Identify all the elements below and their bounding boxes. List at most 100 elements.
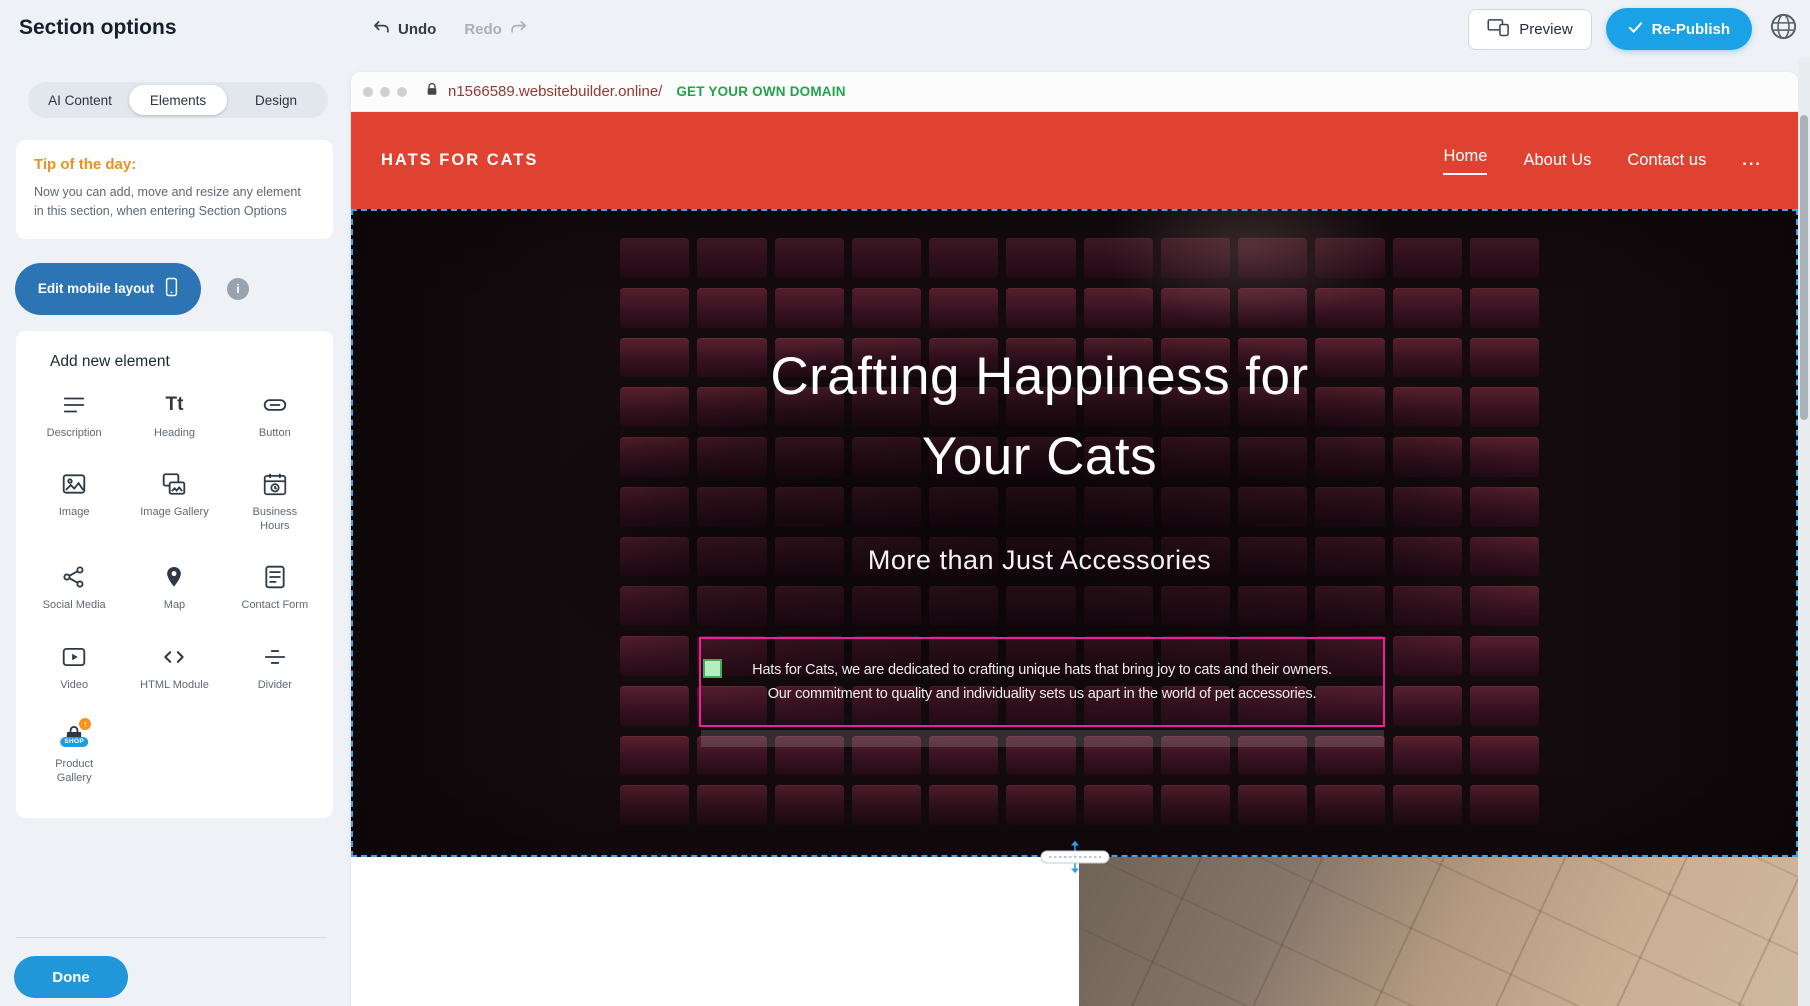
contact-form-icon [261, 563, 289, 591]
hero-tile [620, 736, 689, 776]
site-header[interactable]: HATS FOR CATS Home About Us Contact us .… [351, 112, 1798, 209]
image-gallery-icon [160, 470, 188, 498]
redo-button[interactable]: Redo [464, 20, 528, 39]
info-icon[interactable]: i [227, 278, 249, 300]
topbar-actions: Preview Re-Publish [1468, 0, 1800, 58]
undo-label: Undo [398, 21, 436, 38]
nav-more-button[interactable]: ... [1742, 151, 1762, 170]
hero-paragraph-line2: Our commitment to quality and individual… [768, 682, 1317, 706]
done-button[interactable]: Done [14, 956, 128, 998]
republish-button[interactable]: Re-Publish [1606, 8, 1752, 50]
image-icon [60, 470, 88, 498]
undo-redo-group: Undo Redo [372, 0, 528, 58]
hero-tile [1084, 288, 1153, 328]
element-business-hours[interactable]: Business Hours [225, 470, 325, 534]
element-html-module[interactable]: HTML Module [124, 643, 224, 692]
window-controls [363, 87, 407, 97]
page-title: Section options [19, 16, 177, 40]
element-label: Heading [154, 426, 195, 440]
hero-tile [1315, 785, 1384, 825]
undo-icon [372, 20, 391, 39]
hero-section[interactable]: Crafting Happiness for Your Cats More th… [351, 209, 1798, 857]
element-label: Divider [258, 678, 292, 692]
element-social-media[interactable]: Social Media [24, 563, 124, 612]
hero-heading[interactable]: Crafting Happiness for Your Cats [351, 337, 1728, 497]
hero-tile [697, 288, 766, 328]
next-section[interactable] [351, 857, 1798, 1006]
hero-paragraph-element[interactable]: Hats for Cats, we are dedicated to craft… [699, 637, 1385, 727]
element-label: Image [59, 505, 90, 519]
get-domain-link[interactable]: GET YOUR OWN DOMAIN [676, 84, 845, 99]
nav-home[interactable]: Home [1443, 147, 1487, 175]
element-label: Image Gallery [140, 505, 208, 519]
hero-tile [620, 636, 689, 676]
element-label: HTML Module [140, 678, 209, 692]
hero-tile [775, 586, 844, 626]
element-drag-handle[interactable] [703, 659, 722, 678]
sidebar-tabs: AI Content Elements Design [28, 82, 328, 118]
element-grid: Description Tt Heading Button Image [24, 391, 325, 786]
preview-button[interactable]: Preview [1468, 9, 1591, 50]
browser-bar: n1566589.websitebuilder.online/ GET YOUR… [351, 72, 1798, 112]
element-description[interactable]: Description [24, 391, 124, 440]
element-contact-form[interactable]: Contact Form [225, 563, 325, 612]
republish-label: Re-Publish [1652, 21, 1730, 38]
hero-tile [1470, 636, 1539, 676]
element-divider[interactable]: Divider [225, 643, 325, 692]
element-button[interactable]: Button [225, 391, 325, 440]
tab-design[interactable]: Design [227, 85, 325, 115]
product-gallery-icon: SHOP ↑ [60, 722, 88, 750]
hero-tile [1084, 785, 1153, 825]
undo-button[interactable]: Undo [372, 20, 436, 39]
tab-ai-content[interactable]: AI Content [31, 85, 129, 115]
hero-tile [929, 586, 998, 626]
html-module-icon [160, 643, 188, 671]
hero-subheading[interactable]: More than Just Accessories [351, 545, 1728, 576]
hero-tile [775, 238, 844, 278]
hero-tile [1315, 586, 1384, 626]
element-video[interactable]: Video [24, 643, 124, 692]
hero-tile [1161, 785, 1230, 825]
heading-icon: Tt [160, 391, 188, 419]
element-label: Contact Form [242, 598, 309, 612]
element-map[interactable]: Map [124, 563, 224, 612]
hero-tile [1470, 238, 1539, 278]
edit-mobile-layout-button[interactable]: Edit mobile layout [15, 263, 201, 315]
sidebar: AI Content Elements Design Tip of the da… [0, 58, 349, 1006]
element-label: Business Hours [239, 505, 311, 534]
nav-about-us[interactable]: About Us [1523, 151, 1591, 170]
check-icon [1628, 21, 1643, 38]
tab-elements[interactable]: Elements [129, 85, 227, 115]
window-dot [380, 87, 390, 97]
nav-contact-us[interactable]: Contact us [1627, 151, 1706, 170]
preview-label: Preview [1519, 21, 1572, 38]
social-media-icon [60, 563, 88, 591]
hero-tile [620, 785, 689, 825]
element-product-gallery[interactable]: SHOP ↑ Product Gallery [24, 722, 124, 786]
element-label: Description [47, 426, 102, 440]
language-globe-button[interactable] [1766, 12, 1800, 46]
hero-tile [1470, 686, 1539, 726]
window-dot [397, 87, 407, 97]
element-image[interactable]: Image [24, 470, 124, 534]
site-url: n1566589.websitebuilder.online/ [448, 83, 662, 100]
section-resize-handle[interactable] [1031, 840, 1119, 874]
shop-badge-label: SHOP [60, 737, 88, 747]
element-heading[interactable]: Tt Heading [124, 391, 224, 440]
hero-tile [1084, 586, 1153, 626]
scrollbar-thumb[interactable] [1800, 115, 1808, 420]
hero-tile [1315, 288, 1384, 328]
hero-tile [1393, 238, 1462, 278]
hero-tile [1393, 586, 1462, 626]
tip-card: Tip of the day: Now you can add, move an… [16, 140, 333, 239]
hero-tile [929, 238, 998, 278]
hero-tile [929, 785, 998, 825]
hero-tile [697, 238, 766, 278]
site-logo[interactable]: HATS FOR CATS [381, 151, 538, 170]
tip-title: Tip of the day: [34, 156, 315, 173]
topbar: Section options Undo Redo Preview Re-P [0, 0, 1810, 58]
globe-icon [1768, 11, 1799, 47]
hero-tile [1393, 636, 1462, 676]
element-ghost-placeholder [701, 730, 1384, 747]
element-image-gallery[interactable]: Image Gallery [124, 470, 224, 534]
